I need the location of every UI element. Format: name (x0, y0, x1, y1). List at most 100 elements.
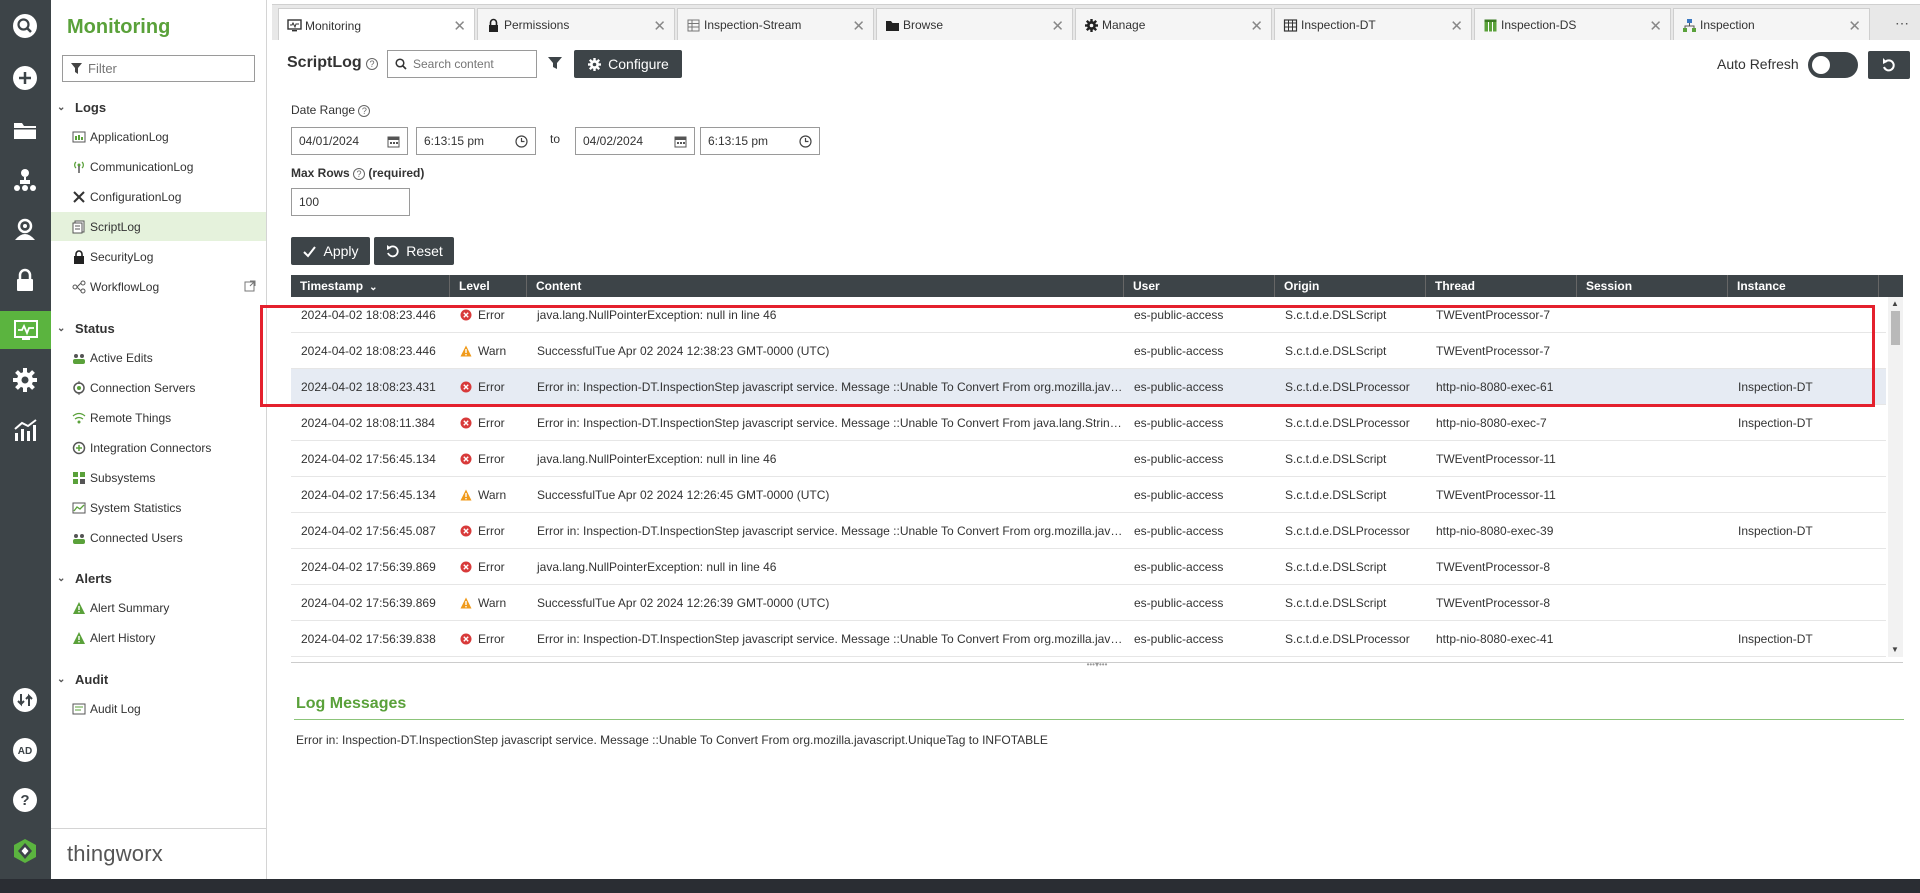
sidebar-item-workflowlog[interactable]: WorkflowLog (51, 272, 266, 301)
folder-icon[interactable] (10, 115, 40, 145)
cell-origin: S.c.t.d.e.DSLScript (1285, 596, 1387, 610)
close-icon[interactable]: ✕ (1450, 17, 1463, 35)
external-link-icon[interactable] (244, 280, 256, 292)
sidebar-item-communicationlog[interactable]: CommunicationLog (51, 152, 266, 181)
close-icon[interactable]: ✕ (852, 17, 865, 35)
sidebar-item-active-edits[interactable]: Active Edits (51, 343, 266, 372)
column-header-user[interactable]: User (1124, 275, 1275, 297)
column-header-instance[interactable]: Instance (1728, 275, 1879, 297)
search-input[interactable] (413, 57, 533, 71)
table-row[interactable]: 2024-04-02 18:08:23.446 Error java.lang.Nu… (291, 297, 1886, 333)
monitoring-icon[interactable] (0, 311, 51, 349)
chevron-down-icon: ⌄ (57, 573, 66, 584)
table-row[interactable]: 2024-04-02 18:08:23.431 Error Error in: In… (291, 369, 1886, 405)
sidebar-filter[interactable] (62, 55, 255, 82)
help-icon[interactable]: ? (358, 105, 371, 117)
table-row[interactable]: 2024-04-02 17:56:39.838 Error Error in: In… (291, 621, 1886, 657)
eye-icon[interactable] (10, 215, 40, 245)
calendar-icon[interactable] (387, 135, 400, 148)
tab-manage[interactable]: Manage ✕ (1075, 8, 1272, 41)
end-time-field[interactable]: 6:13:15 pm (700, 127, 820, 155)
help-icon[interactable]: ? (366, 58, 378, 70)
tab-monitoring[interactable]: Monitoring ✕ (278, 8, 475, 42)
column-header-timestamp[interactable]: Timestamp ⌄ (291, 275, 450, 297)
tab-permissions[interactable]: Permissions ✕ (477, 8, 675, 41)
max-rows-field[interactable]: 100 (291, 188, 410, 216)
sidebar-item-securitylog[interactable]: SecurityLog (51, 242, 266, 271)
end-date-field[interactable]: 04/02/2024 (575, 127, 695, 155)
plus-icon[interactable] (10, 63, 40, 93)
clock-icon[interactable] (799, 135, 812, 148)
sidebar-item-connected-users[interactable]: Connected Users (51, 523, 266, 552)
tab-inspection-ds[interactable]: Inspection-DS ✕ (1474, 8, 1671, 41)
close-icon[interactable]: ✕ (1051, 17, 1064, 35)
column-header-origin[interactable]: Origin (1275, 275, 1426, 297)
section-status[interactable]: ⌄ Status (57, 321, 115, 336)
table-row[interactable]: 2024-04-02 17:56:39.869 Error java.lang.Nu… (291, 549, 1886, 585)
apply-button[interactable]: Apply (291, 237, 370, 265)
reset-button[interactable]: Reset (374, 237, 454, 265)
sidebar-item-audit-log[interactable]: Audit Log (51, 694, 266, 723)
sidebar-item-integration-connectors[interactable]: Integration Connectors (51, 433, 266, 462)
start-time-field[interactable]: 6:13:15 pm (416, 127, 536, 155)
sidebar-item-alert-history[interactable]: Alert History (51, 623, 266, 652)
table-row[interactable]: 2024-04-02 18:08:23.446 Warn SuccessfulTue… (291, 333, 1886, 369)
grid-scrollbar[interactable]: ▲ ▼ (1888, 297, 1903, 657)
refresh-button[interactable] (1868, 51, 1910, 79)
column-header-content[interactable]: Content (527, 275, 1124, 297)
column-header-thread[interactable]: Thread (1426, 275, 1577, 297)
tab-inspection-dt[interactable]: Inspection-DT ✕ (1274, 8, 1472, 41)
filter-icon[interactable] (547, 55, 563, 71)
filter-input[interactable] (88, 61, 248, 76)
sidebar-item-system-statistics[interactable]: System Statistics (51, 493, 266, 522)
close-icon[interactable]: ✕ (453, 17, 466, 35)
auto-refresh-toggle[interactable] (1808, 52, 1858, 78)
panel-splitter[interactable]: •••▾••• (291, 661, 1903, 669)
sidebar-item-configurationlog[interactable]: ConfigurationLog (51, 182, 266, 211)
clock-icon[interactable] (515, 135, 528, 148)
close-icon[interactable]: ✕ (1848, 17, 1861, 35)
column-header-level[interactable]: Level (450, 275, 527, 297)
table-row[interactable]: 2024-04-02 17:56:45.134 Warn SuccessfulTue… (291, 477, 1886, 513)
stream-icon (686, 18, 701, 33)
sidebar-item-connection-servers[interactable]: Connection Servers (51, 373, 266, 402)
tab-bar: Monitoring ✕ Permissions ✕ Inspection-Stre… (272, 4, 1920, 42)
scroll-up-icon[interactable]: ▲ (1891, 299, 1899, 308)
scroll-down-icon[interactable]: ▼ (1891, 645, 1899, 654)
sidebar-item-alert-summary[interactable]: Alert Summary (51, 593, 266, 622)
help-icon[interactable]: ? (353, 168, 366, 180)
lock-icon[interactable] (10, 265, 40, 295)
search-icon[interactable] (10, 11, 40, 41)
sync-icon[interactable] (10, 685, 40, 715)
sidebar-item-remote-things[interactable]: Remote Things (51, 403, 266, 432)
to-label: to (550, 132, 561, 146)
section-logs[interactable]: ⌄ Logs (57, 100, 106, 115)
configure-button[interactable]: Configure (574, 50, 682, 78)
table-row[interactable]: 2024-04-02 17:56:39.869 Warn SuccessfulTue… (291, 585, 1886, 621)
calendar-icon[interactable] (674, 135, 687, 148)
close-icon[interactable]: ✕ (653, 17, 666, 35)
sidebar-item-subsystems[interactable]: Subsystems (51, 463, 266, 492)
table-row[interactable]: 2024-04-02 18:08:11.384 Error Error in: In… (291, 405, 1886, 441)
tab-browse[interactable]: Browse ✕ (876, 8, 1073, 41)
table-row[interactable]: 2024-04-02 17:56:45.087 Error Error in: In… (291, 513, 1886, 549)
table-row[interactable]: 2024-04-02 17:56:45.134 Error java.lang.Nu… (291, 441, 1886, 477)
sidebar-item-applicationlog[interactable]: ApplicationLog (51, 122, 266, 151)
scrollbar-thumb[interactable] (1891, 311, 1900, 345)
analytics-icon[interactable] (10, 415, 40, 445)
section-alerts[interactable]: ⌄ Alerts (57, 571, 112, 586)
close-icon[interactable]: ✕ (1250, 17, 1263, 35)
sidebar-item-scriptlog[interactable]: ScriptLog (51, 212, 266, 241)
tab-inspection-stream[interactable]: Inspection-Stream ✕ (677, 8, 874, 41)
help-icon[interactable]: ? (10, 785, 40, 815)
column-header-session[interactable]: Session (1577, 275, 1728, 297)
user-avatar[interactable]: AD (10, 735, 40, 765)
section-audit[interactable]: ⌄ Audit (57, 672, 108, 687)
more-tabs-icon[interactable]: ⋯ (1895, 15, 1910, 32)
hierarchy-icon[interactable] (10, 165, 40, 195)
tab-inspection[interactable]: Inspection ✕ (1673, 8, 1870, 41)
close-icon[interactable]: ✕ (1649, 17, 1662, 35)
start-date-field[interactable]: 04/01/2024 (291, 127, 408, 155)
gear-icon[interactable] (10, 365, 40, 395)
search-box[interactable] (387, 50, 537, 78)
